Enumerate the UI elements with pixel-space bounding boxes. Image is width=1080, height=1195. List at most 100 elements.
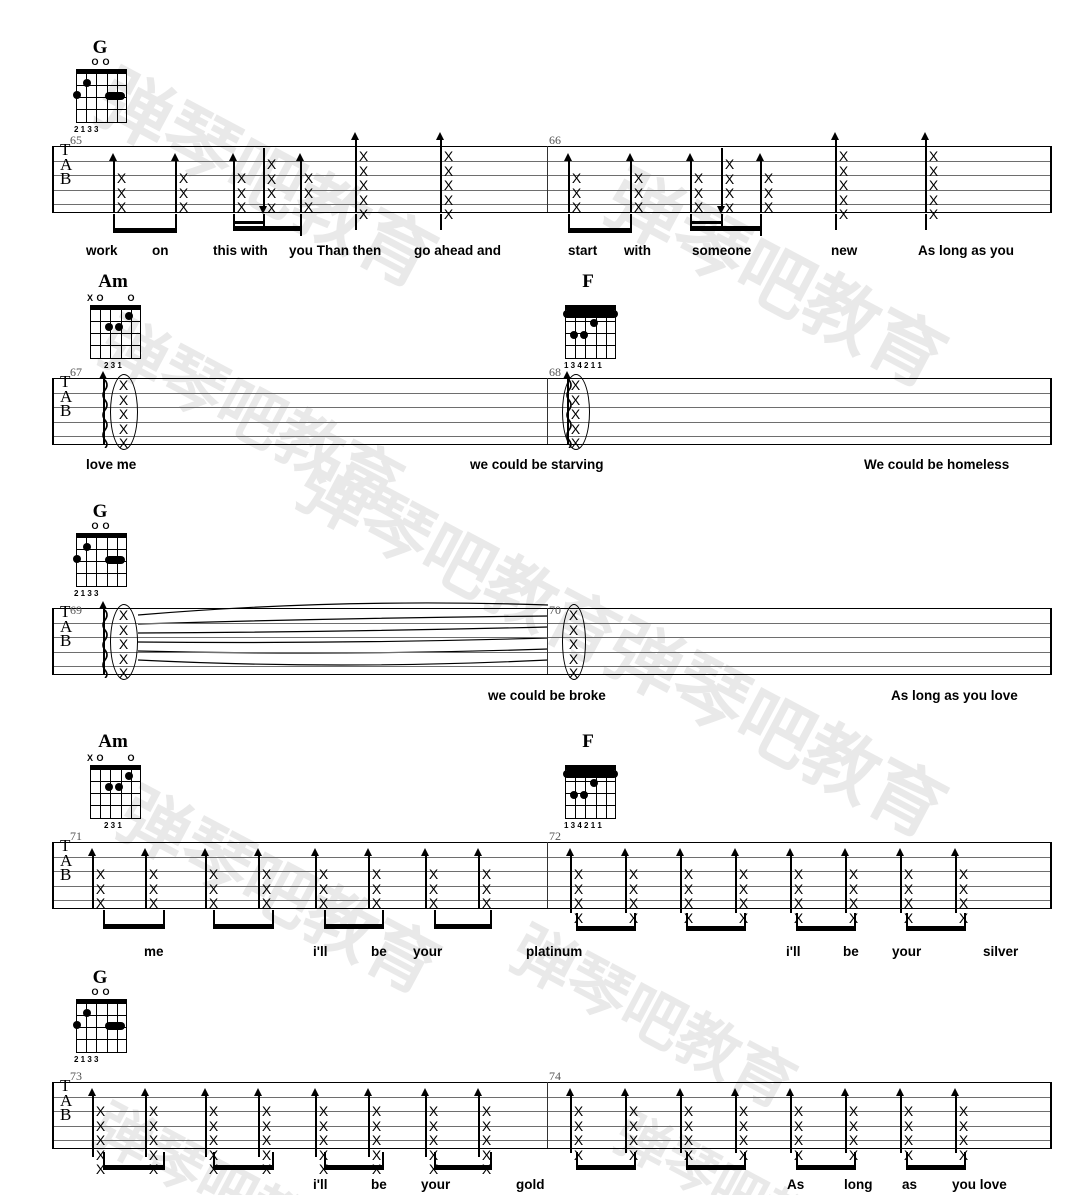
strum-stem: [625, 855, 627, 913]
strum-up-arrow: [229, 153, 237, 161]
mute-x-column: XXX: [693, 170, 704, 215]
strum-up-arrow: [201, 848, 209, 856]
measure-number: 66: [549, 133, 561, 147]
strum-stem: [900, 855, 902, 913]
strum-stem: [145, 855, 147, 909]
beam: [103, 924, 165, 929]
lyric: you love: [952, 1177, 1007, 1192]
beam: [434, 1165, 492, 1170]
strum-stem: [175, 160, 177, 212]
beam: [686, 926, 746, 931]
lyric: someone: [692, 243, 752, 258]
strum-stem: [478, 855, 480, 909]
finger-dot: [105, 783, 113, 791]
mute-x-column: XXXX: [793, 866, 804, 926]
lyric: As long as you: [918, 243, 1015, 258]
measure-number: 73: [70, 1069, 82, 1083]
strum-stem: [680, 855, 682, 913]
strum-stem: [233, 160, 235, 212]
chord-name: G: [92, 37, 108, 58]
beam: [690, 221, 723, 225]
strum-up-arrow: [474, 848, 482, 856]
mute-x-column: XXX: [763, 170, 774, 215]
strum-up-arrow: [831, 132, 839, 140]
lyric: As: [787, 1177, 805, 1192]
measure-number: 70: [549, 603, 561, 617]
lyric: work: [86, 243, 118, 258]
open-string-marker: O: [102, 57, 110, 67]
finger-numbers: 1 3 4 2 1 1: [564, 361, 602, 370]
chord-diagram-f: F 1 3 4 2 1 1: [561, 272, 625, 370]
arpeggio-squiggle: [102, 379, 108, 448]
strum-stem: [625, 1095, 627, 1153]
strum-up-arrow: [896, 848, 904, 856]
beam: [906, 926, 966, 931]
finger-dot: [580, 331, 588, 339]
chord-name: Am: [98, 731, 128, 752]
strum-up-arrow: [626, 153, 634, 161]
beam: [576, 926, 636, 931]
mute-x-column: XXXXX: [118, 377, 129, 451]
mute-x-column: XXXX: [573, 866, 584, 926]
lyric: new: [831, 243, 858, 258]
lyric: go ahead and: [414, 243, 502, 258]
mute-x-column: XXXX: [903, 866, 914, 926]
barre-bar: [563, 310, 618, 318]
lyric: As long as you love: [891, 688, 1018, 703]
strum-up-arrow: [676, 1088, 684, 1096]
finger-dot: [105, 556, 125, 564]
mute-x-column: XXXXX: [118, 607, 129, 681]
finger-dot: [570, 791, 578, 799]
strum-stem: [258, 1095, 260, 1157]
mute-x-column: XXX: [428, 866, 439, 911]
mute-x-column: XXXXX: [838, 148, 849, 222]
strum-stem: [955, 855, 957, 913]
barre-bar: [563, 770, 618, 778]
strum-up-arrow: [254, 848, 262, 856]
strum-stem: [300, 160, 302, 212]
open-string-marker: O: [127, 293, 135, 303]
finger-dot: [105, 1022, 125, 1030]
beam: [796, 926, 856, 931]
strum-up-arrow: [88, 848, 96, 856]
fretboard-grid: [90, 309, 141, 359]
strum-stem: [690, 160, 692, 212]
beam: [103, 1165, 165, 1170]
finger-numbers: 2 3 1: [104, 821, 122, 830]
mute-x-column: XXX: [318, 866, 329, 911]
mute-x-column: XXXX: [266, 156, 277, 216]
beam-stem: [355, 214, 357, 230]
beam: [796, 1165, 856, 1170]
strum-stem: [845, 1095, 847, 1153]
finger-dot: [73, 555, 81, 563]
strum-stem: [790, 1095, 792, 1153]
beam: [213, 924, 274, 929]
lyric: i'll: [313, 944, 328, 959]
measure-number: 72: [549, 829, 561, 843]
strum-up-arrow: [364, 1088, 372, 1096]
mute-x-column: XXX: [303, 170, 314, 215]
strum-stem: [258, 855, 260, 909]
strum-up-arrow: [364, 848, 372, 856]
lyric: your: [413, 944, 443, 959]
strum-stem: [263, 148, 265, 210]
chord-diagram-g: G O O 2 1 3 3: [72, 502, 136, 598]
strum-stem: [790, 855, 792, 913]
finger-dot: [115, 323, 123, 331]
strum-up-arrow: [351, 132, 359, 140]
strum-up-arrow: [841, 848, 849, 856]
strum-stem: [478, 1095, 480, 1157]
mute-x-column: XXXXX: [568, 607, 579, 681]
beam: [690, 226, 762, 231]
strum-up-arrow: [951, 1088, 959, 1096]
lyric: we could be broke: [488, 688, 606, 703]
lyric: we could be starving: [470, 457, 604, 472]
open-string-marker: O: [91, 57, 99, 67]
strum-up-arrow: [786, 1088, 794, 1096]
finger-dot: [580, 791, 588, 799]
lyric: your: [421, 1177, 451, 1192]
beam-stem: [760, 214, 762, 236]
tab-clef: TAB: [60, 372, 73, 420]
lyric: gold: [516, 1177, 545, 1192]
strum-up-arrow: [676, 848, 684, 856]
